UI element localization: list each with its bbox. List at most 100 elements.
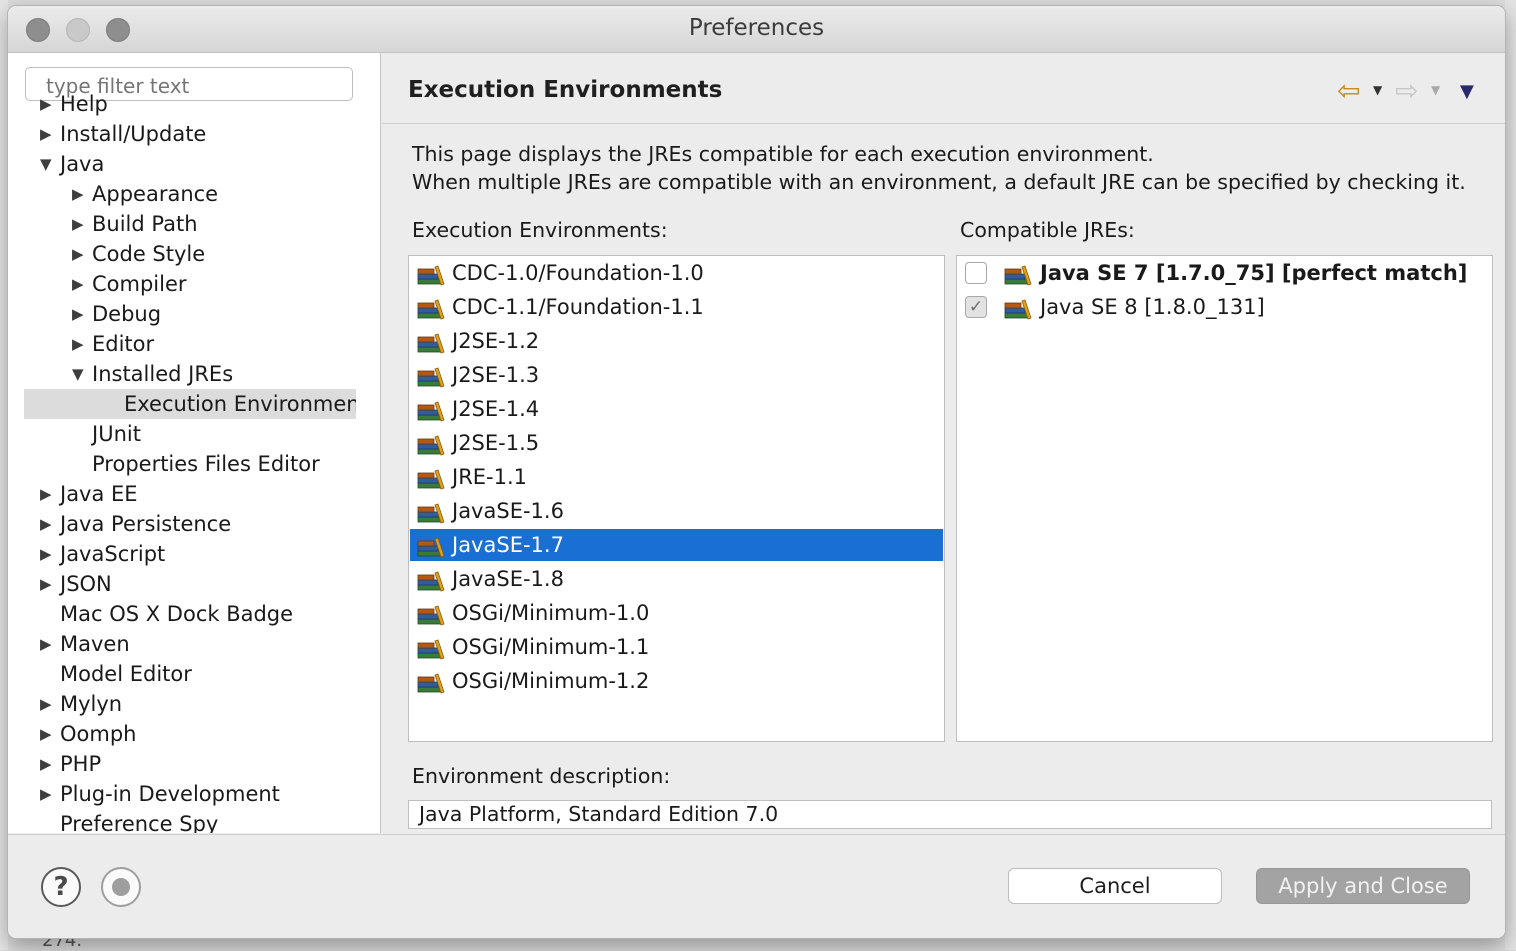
environment-description-field[interactable]: Java Platform, Standard Edition 7.0 [408,800,1492,829]
jre-library-icon [417,399,445,422]
collapsed-arrow-icon[interactable]: ▶ [72,329,88,359]
tree-item[interactable]: ▶ JSON [8,569,356,599]
environment-list-item[interactable]: CDC-1.0/Foundation-1.0 [410,257,943,289]
collapsed-arrow-icon[interactable]: ▶ [72,209,88,239]
tree-item-label: JSON [60,572,112,596]
arrow-left-icon[interactable]: ⇦ [1337,77,1360,105]
tree-item[interactable]: ▶ Install/Update [8,119,356,149]
collapsed-arrow-icon[interactable]: ▶ [72,269,88,299]
collapsed-arrow-icon[interactable]: ▶ [72,299,88,329]
environments-label: Execution Environments: [412,218,668,242]
compatible-jres-list[interactable]: Java SE 7 [1.7.0_75] [perfect match] ✓ Jav… [956,255,1493,742]
environment-list-item[interactable]: JavaSE-1.8 [410,563,943,595]
expanded-arrow-icon[interactable]: ▼ [72,359,88,389]
tree-item-label: Java EE [60,482,138,506]
environment-list-item[interactable]: CDC-1.1/Foundation-1.1 [410,291,943,323]
collapsed-arrow-icon[interactable]: ▶ [40,119,56,149]
collapsed-arrow-icon[interactable]: ▶ [40,509,56,539]
tree-item[interactable]: ▶ Oomph [8,719,356,749]
collapsed-arrow-icon[interactable]: ▶ [40,89,56,119]
tree-item-label: Install/Update [60,122,207,146]
jre-library-icon [417,535,445,558]
tree-item-label: Mac OS X Dock Badge [60,602,294,626]
tree-item-label: Code Style [92,242,206,266]
jre-list-item[interactable]: Java SE 7 [1.7.0_75] [perfect match] [958,257,1491,289]
tree-item[interactable]: Mac OS X Dock Badge [8,599,356,629]
tree-item-label: Mylyn [60,692,123,716]
tree-item[interactable]: ▶ Help [8,89,356,119]
tree-item[interactable]: ▶ Plug-in Development [8,779,356,809]
help-button[interactable]: ? [41,867,81,907]
preferences-window: Preferences ▶Help▶Install/Update▼Java▶Ap… [8,6,1505,938]
environment-list-item[interactable]: OSGi/Minimum-1.2 [410,665,943,697]
tree-item-label: Build Path [92,212,198,236]
tree-item[interactable]: Execution Environments [24,389,356,419]
tree-item[interactable]: ▼ Java [8,149,356,179]
tree-item[interactable]: Properties Files Editor [8,449,356,479]
jre-list-item[interactable]: ✓ Java SE 8 [1.8.0_131] [958,291,1491,323]
environments-list[interactable]: CDC-1.0/Foundation-1.0 CDC-1.1/Foundation… [408,255,945,742]
collapsed-arrow-icon[interactable]: ▶ [40,779,56,809]
environment-name: JRE-1.1 [452,465,528,489]
environment-list-item[interactable]: J2SE-1.5 [410,427,943,459]
record-preferences-button[interactable] [101,867,141,907]
collapsed-arrow-icon[interactable]: ▶ [40,569,56,599]
environment-name: CDC-1.0/Foundation-1.0 [452,261,704,285]
environment-name: CDC-1.1/Foundation-1.1 [452,295,704,319]
tree-item[interactable]: ▶ Java EE [8,479,356,509]
jre-default-checkbox[interactable] [965,262,987,284]
page-description-line-1: This page displays the JREs compatible f… [412,142,1154,166]
environment-name: JavaSE-1.7 [452,533,564,557]
arrow-right-icon[interactable]: ⇨ [1395,77,1418,105]
tree-item-label: Appearance [92,182,219,206]
tree-item[interactable]: Preference Spy [8,809,356,833]
environment-list-item[interactable]: OSGi/Minimum-1.1 [410,631,943,663]
tree-item[interactable]: ▶ Compiler [8,269,356,299]
environment-list-item[interactable]: JRE-1.1 [410,461,943,493]
tree-item[interactable]: JUnit [8,419,356,449]
tree-item-label: Java Persistence [60,512,232,536]
tree-item[interactable]: ▼ Installed JREs [8,359,356,389]
tree-item[interactable]: ▶ JavaScript [8,539,356,569]
view-menu-icon[interactable]: ▼ [1460,81,1474,102]
tree-item[interactable]: ▶ Appearance [8,179,356,209]
collapsed-arrow-icon[interactable]: ▶ [72,239,88,269]
cancel-button[interactable]: Cancel [1008,868,1222,904]
tree-item[interactable]: ▶ Maven [8,629,356,659]
forward-history-dropdown-icon[interactable]: ▼ [1431,83,1440,97]
tree-item-label: JavaScript [60,542,166,566]
environment-name: J2SE-1.3 [452,363,540,387]
environment-description-label: Environment description: [412,764,671,788]
tree-item[interactable]: ▶ Java Persistence [8,509,356,539]
tree-item[interactable]: ▶ Debug [8,299,356,329]
collapsed-arrow-icon[interactable]: ▶ [40,629,56,659]
collapsed-arrow-icon[interactable]: ▶ [40,719,56,749]
tree-item[interactable]: ▶ Editor [8,329,356,359]
tree-item-label: Oomph [60,722,137,746]
collapsed-arrow-icon[interactable]: ▶ [40,749,56,779]
preferences-tree-panel: ▶Help▶Install/Update▼Java▶Appearance▶Bui… [8,53,381,833]
environment-list-item[interactable]: J2SE-1.2 [410,325,943,357]
tree-item[interactable]: ▶ Mylyn [8,689,356,719]
tree-item[interactable]: ▶ Code Style [8,239,356,269]
jre-library-icon [417,501,445,524]
tree-item-label: JUnit [92,422,141,446]
collapsed-arrow-icon[interactable]: ▶ [40,479,56,509]
environment-list-item[interactable]: J2SE-1.3 [410,359,943,391]
tree-item[interactable]: ▶ PHP [8,749,356,779]
environment-list-item[interactable]: J2SE-1.4 [410,393,943,425]
tree-item[interactable]: ▶ Build Path [8,209,356,239]
environment-list-item[interactable]: JavaSE-1.6 [410,495,943,527]
apply-and-close-button[interactable]: Apply and Close [1256,868,1470,904]
jre-default-checkbox[interactable]: ✓ [965,296,987,318]
back-history-dropdown-icon[interactable]: ▼ [1373,83,1382,97]
tree-item-label: Help [60,92,108,116]
expanded-arrow-icon[interactable]: ▼ [40,149,56,179]
window-title: Preferences [688,15,825,41]
environment-list-item[interactable]: JavaSE-1.7 [410,529,943,561]
collapsed-arrow-icon[interactable]: ▶ [40,539,56,569]
environment-list-item[interactable]: OSGi/Minimum-1.0 [410,597,943,629]
collapsed-arrow-icon[interactable]: ▶ [40,689,56,719]
tree-item[interactable]: Model Editor [8,659,356,689]
collapsed-arrow-icon[interactable]: ▶ [72,179,88,209]
